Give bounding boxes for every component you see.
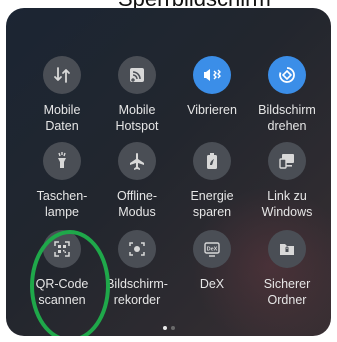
tile-label-line1: Offline-	[116, 189, 158, 203]
tile-link-to-windows[interactable]: Link zu Windows	[251, 142, 323, 220]
svg-text:DeX: DeX	[207, 247, 218, 253]
battery-saver-icon	[193, 142, 231, 180]
page-dot-inactive[interactable]	[170, 326, 175, 330]
tile-label-line1: Mobile	[118, 103, 156, 117]
tile-rotate-screen[interactable]: Bildschirm drehen	[251, 56, 323, 134]
tile-mobile-hotspot[interactable]: Mobile Hotspot	[101, 56, 173, 134]
tile-label-line2: Ordner	[267, 293, 307, 307]
tile-label-line1: DeX	[199, 277, 225, 291]
tile-battery-saver[interactable]: Energie sparen	[176, 142, 248, 220]
tile-flashlight[interactable]: Taschen-lampe	[26, 142, 98, 220]
tile-label-line1: Sicherer	[263, 277, 311, 291]
tile-label-line2: Daten	[45, 119, 79, 133]
tile-label-line2: sparen	[192, 205, 232, 219]
tile-screen-recorder[interactable]: Bildschirm-rekorder	[101, 230, 173, 308]
qr-code-scanner-icon	[43, 230, 81, 268]
tile-label-line2: Modus	[118, 205, 156, 219]
airplane-icon	[118, 142, 156, 180]
tile-label-line2: lampe	[44, 205, 80, 219]
tile-label-line1: QR-Code	[35, 277, 89, 291]
tile-label-line1: Energie	[190, 189, 234, 203]
tile-label-line2: Windows	[261, 205, 313, 219]
tile-vibrate[interactable]: Vibrieren	[176, 56, 248, 118]
page-indicator	[6, 326, 331, 330]
secure-folder-icon	[268, 230, 306, 268]
tile-label-line2: rekorder	[113, 293, 161, 307]
screen-recorder-icon	[118, 230, 156, 268]
tile-label-line1: Bildschirm-	[106, 277, 168, 291]
tile-label-line1: Link zu	[267, 189, 307, 203]
quick-settings-panel: Mobile Daten Mobile Hotspot Vibrieren Bild…	[6, 8, 331, 336]
data-transfer-icon	[43, 56, 81, 94]
link-to-windows-icon	[268, 142, 306, 180]
tile-label-line2: scannen	[38, 293, 86, 307]
rotate-screen-icon	[268, 56, 306, 94]
tile-label-line1: Mobile	[43, 103, 81, 117]
tile-label-line2: Hotspot	[115, 119, 159, 133]
tile-mobile-data[interactable]: Mobile Daten	[26, 56, 98, 134]
dex-icon: DeX	[193, 230, 231, 268]
tile-qr-code-scanner[interactable]: QR-Code scannen	[26, 230, 98, 308]
hotspot-icon	[118, 56, 156, 94]
tile-label-line1: Vibrieren	[187, 103, 237, 117]
flashlight-icon	[43, 142, 81, 180]
tile-dex[interactable]: DeX DeX	[176, 230, 248, 292]
tile-label-line1: Taschen-	[36, 189, 88, 203]
tile-label-line2: drehen	[267, 119, 307, 133]
page-dot-active[interactable]	[162, 326, 167, 330]
tile-secure-folder[interactable]: Sicherer Ordner	[251, 230, 323, 308]
vibrate-icon	[193, 56, 231, 94]
tile-label-line1: Bildschirm	[258, 103, 316, 117]
tile-airplane-mode[interactable]: Offline- Modus	[101, 142, 173, 220]
